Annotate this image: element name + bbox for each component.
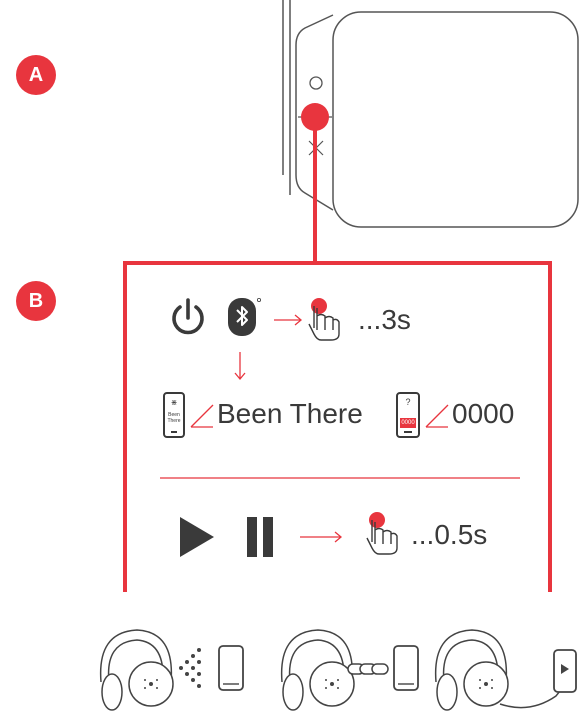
pin-screen-code: 0000 bbox=[400, 418, 416, 428]
finger-press-icon bbox=[308, 298, 340, 341]
hold-time-label: ...3s bbox=[358, 304, 411, 335]
press-time-label: ...0.5s bbox=[411, 519, 488, 550]
pause-icon bbox=[247, 517, 273, 557]
device-name-label: Been There bbox=[217, 398, 363, 429]
headphones-wireless-icon bbox=[99, 629, 244, 711]
power-icon bbox=[172, 298, 204, 335]
phone-bluetooth-screen: ⋇ Been There bbox=[163, 392, 185, 438]
slash-separator-icon-2 bbox=[425, 404, 449, 428]
arrow-right-icon bbox=[274, 314, 303, 326]
phone-pin-screen: ? 0000 bbox=[396, 392, 420, 438]
pin-code-label: 0000 bbox=[452, 398, 515, 429]
headphones-wired-icon bbox=[434, 629, 577, 711]
arrow-right-icon-2 bbox=[300, 531, 343, 543]
callout-connector bbox=[123, 117, 552, 592]
phone-screen-device-name: Been There bbox=[167, 412, 181, 424]
finger-press-icon-2 bbox=[366, 512, 398, 555]
bluetooth-icon bbox=[228, 298, 261, 336]
headphones-bluetooth-linked-icon bbox=[280, 629, 419, 711]
arrow-down-icon bbox=[234, 352, 246, 381]
pin-question-mark: ? bbox=[405, 397, 411, 407]
play-icon bbox=[180, 517, 214, 557]
phone-bluetooth-glyph: ⋇ bbox=[170, 398, 178, 407]
slash-separator-icon bbox=[190, 404, 214, 428]
